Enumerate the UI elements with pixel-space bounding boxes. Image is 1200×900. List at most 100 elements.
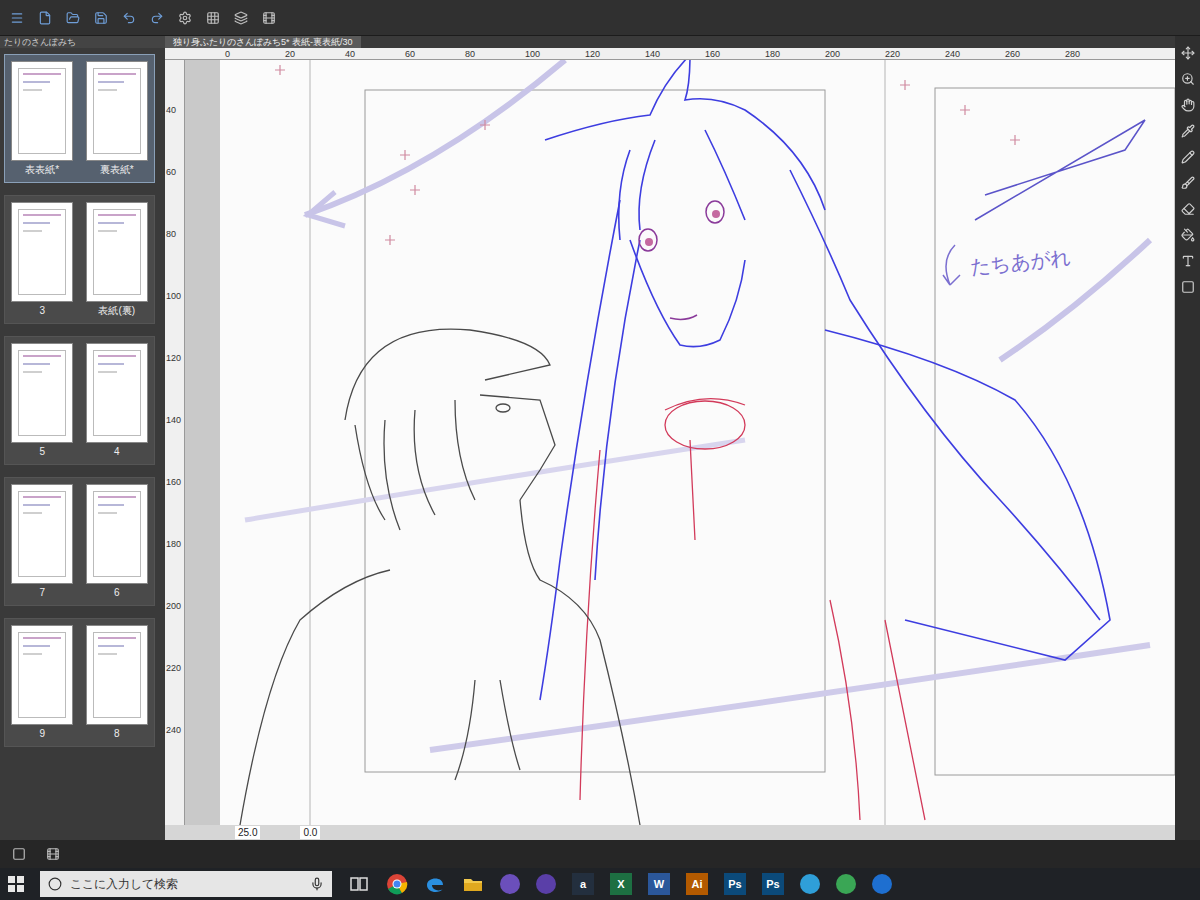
search-circle-icon	[48, 877, 62, 891]
toolbar-icon[interactable]	[150, 11, 164, 25]
page-spread[interactable]: 3 表紙(裏)	[4, 195, 155, 324]
ruler-label: 60	[166, 167, 176, 177]
page-thumbnail[interactable]: 6	[86, 484, 148, 599]
edge-icon[interactable]	[424, 873, 446, 895]
toolbar	[0, 0, 1200, 36]
toolbar-icon[interactable]	[122, 11, 136, 25]
tool-icon[interactable]	[1181, 176, 1195, 190]
tool-strip	[1175, 36, 1200, 840]
ruler-label: 180	[166, 539, 181, 549]
top-ruler: 020406080100120140160180200220240260280	[165, 48, 1175, 60]
tool-icon[interactable]	[1181, 46, 1195, 60]
taskbar-app-icon[interactable]	[536, 874, 556, 894]
page-thumbnail[interactable]: 裏表紙*	[86, 61, 148, 176]
taskbar-app[interactable]: Ai	[686, 873, 708, 895]
ruler-label: 100	[525, 48, 540, 60]
zoom-value[interactable]: 25.0	[235, 826, 260, 839]
task-view-icon[interactable]	[348, 873, 370, 895]
page-thumbnail[interactable]: 表表紙*	[11, 61, 73, 176]
page-thumbnail[interactable]: 9	[11, 625, 73, 740]
ruler-label: 120	[585, 48, 600, 60]
ruler-label: 20	[285, 48, 295, 60]
page-label: 8	[114, 728, 120, 740]
toolbar-icon[interactable]	[38, 11, 52, 25]
document-tab[interactable]: 独り身ふたりのさんぽみち5* 表紙-裏表紙/30	[165, 36, 361, 48]
ruler-label: 200	[825, 48, 840, 60]
document-area: 独り身ふたりのさんぽみち5* 表紙-裏表紙/300 20 40 60 80 100 120 1…	[165, 36, 1175, 840]
ruler-label: 140	[645, 48, 660, 60]
taskbar-app[interactable]: a	[572, 873, 594, 895]
tool-icon[interactable]	[1181, 254, 1195, 268]
ruler-label: 120	[166, 353, 181, 363]
ruler-label: 180	[765, 48, 780, 60]
taskbar: ここに入力して検索 aXW Ai Ps Ps	[0, 868, 1200, 900]
toolbar-icon[interactable]	[178, 11, 192, 25]
toolbar-icon[interactable]	[262, 11, 276, 25]
panel-footer	[0, 840, 1200, 868]
page-label: 表表紙*	[25, 164, 59, 176]
panel-tab[interactable]: たりのさんぽみち	[0, 36, 165, 48]
taskbar-app-icon[interactable]	[872, 874, 892, 894]
page-thumbnail[interactable]: 8	[86, 625, 148, 740]
taskbar-app[interactable]: X	[610, 873, 632, 895]
left-ruler: 406080100120140160180200220240	[165, 60, 185, 825]
animation-icon[interactable]	[46, 847, 60, 861]
page-label: 7	[39, 587, 45, 599]
ruler-label: 80	[166, 229, 176, 239]
tool-icon[interactable]	[1181, 202, 1195, 216]
ruler-label: 60	[405, 48, 415, 60]
panel-view-icon[interactable]	[12, 847, 26, 861]
windows-start-icon[interactable]	[8, 876, 24, 892]
ruler-label: 160	[705, 48, 720, 60]
page-label: 9	[39, 728, 45, 740]
page-thumbnail[interactable]: 5	[11, 343, 73, 458]
page-thumbnail[interactable]: 3	[11, 202, 73, 317]
canvas[interactable]: たちあがれ	[185, 60, 1175, 825]
toolbar-icon[interactable]	[66, 11, 80, 25]
chrome-icon[interactable]	[386, 873, 408, 895]
ruler-label: 40	[166, 105, 176, 115]
tool-icon[interactable]	[1181, 150, 1195, 164]
page-thumbnail[interactable]: 表紙(裏)	[86, 202, 148, 317]
ruler-label: 220	[885, 48, 900, 60]
toolbar-icon[interactable]	[234, 11, 248, 25]
taskbar-app[interactable]: W	[648, 873, 670, 895]
page-label: 裏表紙*	[100, 164, 134, 176]
ruler-label: 200	[166, 601, 181, 611]
ruler-label: 160	[166, 477, 181, 487]
tool-icon[interactable]	[1181, 124, 1195, 138]
taskbar-app[interactable]: Ps	[724, 873, 746, 895]
page-thumbnail[interactable]: 7	[11, 484, 73, 599]
taskbar-app-icon[interactable]	[500, 874, 520, 894]
page-spread[interactable]: 54	[4, 336, 155, 465]
tool-icon[interactable]	[1181, 228, 1195, 242]
page-label: 3	[39, 305, 45, 317]
page-label: 4	[114, 446, 120, 458]
rotation-value[interactable]: 0.0	[300, 826, 320, 839]
taskbar-app-icon[interactable]	[836, 874, 856, 894]
tool-icon[interactable]	[1181, 72, 1195, 86]
folder-icon[interactable]	[462, 873, 484, 895]
toolbar-icon[interactable]	[206, 11, 220, 25]
microphone-icon[interactable]	[310, 877, 324, 891]
toolbar-icon[interactable]	[10, 11, 24, 25]
tool-icon[interactable]	[1181, 280, 1195, 294]
ruler-label: 100	[166, 291, 181, 301]
page-spread[interactable]: 76	[4, 477, 155, 606]
taskbar-app[interactable]: Ps	[762, 873, 784, 895]
ruler-label: 80	[465, 48, 475, 60]
toolbar-icon[interactable]	[94, 11, 108, 25]
page-label: 6	[114, 587, 120, 599]
taskbar-app-icon[interactable]	[800, 874, 820, 894]
main: たりのさんぽみち表表紙*裏表紙*3表紙(裏)547698独り身ふたりのさんぽみち…	[0, 36, 1200, 840]
ruler-label: 240	[945, 48, 960, 60]
page-thumbnail[interactable]: 4	[86, 343, 148, 458]
search-box[interactable]: ここに入力して検索	[40, 871, 332, 897]
tool-icon[interactable]	[1181, 98, 1195, 112]
ruler-label: 260	[1005, 48, 1020, 60]
page-spread[interactable]: 表表紙* 裏表紙*	[4, 54, 155, 183]
ruler-label: 0	[225, 48, 230, 60]
sketch-drawing	[185, 60, 1175, 825]
page-spread[interactable]: 98	[4, 618, 155, 747]
page-panel: たりのさんぽみち表表紙*裏表紙*3表紙(裏)547698	[0, 36, 165, 840]
